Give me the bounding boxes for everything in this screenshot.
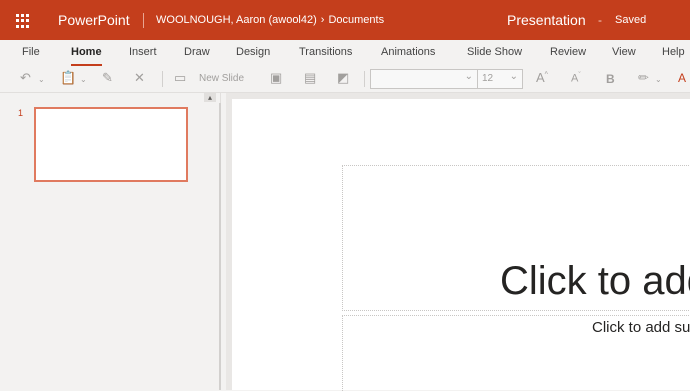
subtitle-placeholder-text: Click to add subtitle [592,319,690,336]
document-name[interactable]: Presentation [507,12,586,28]
chevron-down-icon[interactable]: ⌄ [38,75,45,84]
close-icon[interactable]: ✕ [134,70,145,86]
format-painter-icon[interactable]: ✎ [102,70,113,86]
paste-icon[interactable]: 📋 [60,70,76,86]
tab-insert[interactable]: Insert [129,46,157,58]
thumbnail-scrollbar[interactable] [219,103,221,390]
status-separator: - [598,13,602,27]
chevron-down-icon[interactable]: ⌄ [655,75,662,84]
breadcrumb-folder[interactable]: Documents [328,14,384,26]
font-size-value: 12 [482,73,494,84]
shrink-font-icon[interactable]: Aˇ [571,72,581,85]
breadcrumb-user[interactable]: WOOLNOUGH, Aaron (awool42) [156,14,317,26]
tab-transitions[interactable]: Transitions [299,46,352,58]
tab-review[interactable]: Review [550,46,586,58]
title-separator [143,13,144,28]
title-placeholder[interactable]: Click to add title [342,165,690,311]
save-status: Saved [615,14,647,26]
section-icon[interactable]: ◩ [337,70,349,86]
app-launcher-icon[interactable] [16,14,30,28]
tab-animations[interactable]: Animations [381,46,435,58]
slide-number: 1 [18,108,24,118]
tab-file[interactable]: File [22,46,40,58]
chevron-down-icon: ⌄ [464,71,473,82]
undo-icon[interactable]: ↶ [20,70,31,86]
tab-view[interactable]: View [612,46,636,58]
tab-help[interactable]: Help [662,46,685,58]
ribbon-tabs: File Home Insert Draw Design Transitions… [0,40,690,66]
subtitle-placeholder[interactable]: Click to add subtitle [342,315,690,391]
chevron-right-icon: › [320,14,325,26]
toolbar-divider [364,71,365,87]
font-color-icon[interactable]: A [678,71,686,85]
slide-thumbnail-pane: ▴ 1 [0,93,221,390]
font-name-select[interactable]: ⌄ [370,69,478,89]
collapse-pane-icon[interactable]: ▴ [204,93,216,102]
bold-button[interactable]: B [606,72,615,86]
title-bar: PowerPoint WOOLNOUGH, Aaron (awool42) › Do… [0,0,690,40]
tab-slide-show[interactable]: Slide Show [467,46,522,58]
font-size-select[interactable]: 12 ⌄ [477,69,523,89]
chevron-down-icon[interactable]: ⌄ [80,75,87,84]
title-placeholder-text: Click to add title [500,259,690,303]
breadcrumb: WOOLNOUGH, Aaron (awool42) › Documents [156,14,384,26]
layout-icon[interactable]: ▣ [270,70,282,86]
tab-home[interactable]: Home [71,46,102,66]
toolbar-divider [162,71,163,87]
app-name[interactable]: PowerPoint [58,12,130,28]
tab-draw[interactable]: Draw [184,46,210,58]
new-slide-icon[interactable]: ▭ [174,70,186,86]
chevron-down-icon: ⌄ [509,71,518,82]
reset-slide-icon[interactable]: ▤ [304,70,316,86]
grow-font-icon[interactable]: A^ [536,70,548,85]
slide-thumbnail[interactable] [34,107,188,182]
highlight-icon[interactable]: ✏ [638,70,649,86]
tab-design[interactable]: Design [236,46,270,58]
new-slide-button[interactable]: New Slide [199,73,244,84]
ribbon-toolbar: ↶ ⌄ 📋 ⌄ ✎ ✕ ▭ New Slide ▣ ▤ ◩ ⌄ 12 ⌄ A^ … [0,66,690,93]
